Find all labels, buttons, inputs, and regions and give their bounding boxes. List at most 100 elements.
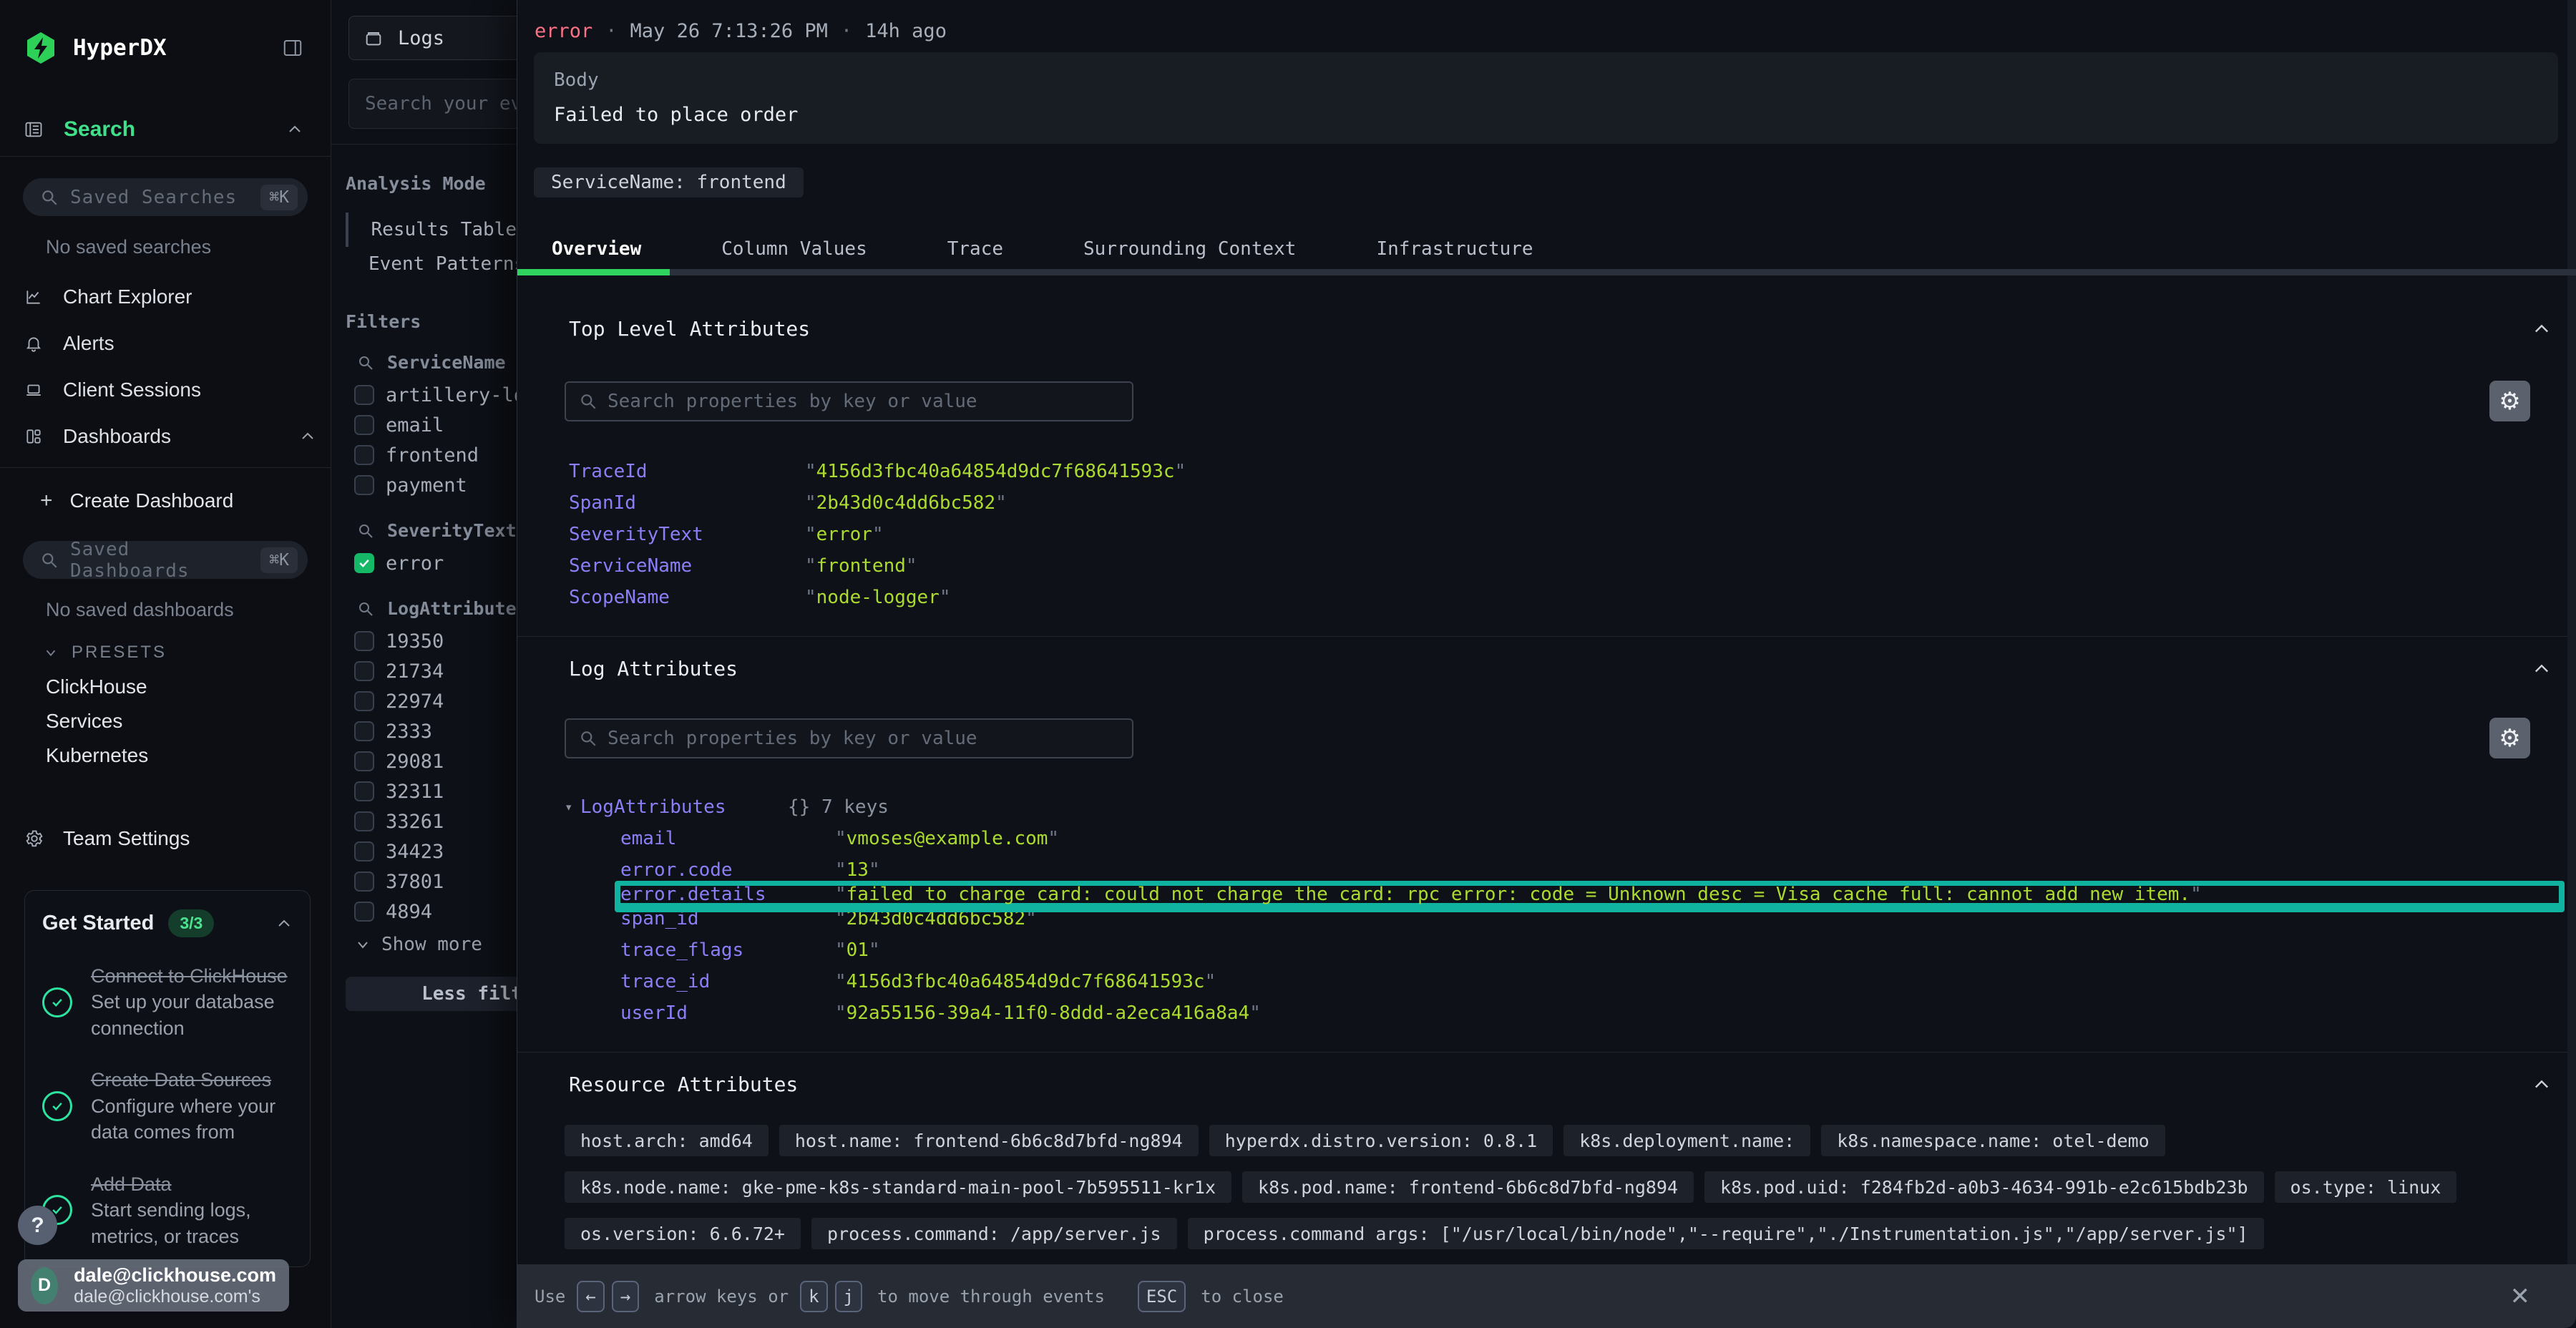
checkbox-icon[interactable]: [354, 841, 374, 861]
collapse-section-icon[interactable]: [2532, 319, 2552, 339]
chevron-up-icon[interactable]: [299, 428, 316, 445]
user-menu[interactable]: D dale@clickhouse.com dale@clickhouse.co…: [18, 1259, 289, 1312]
resource-attribute-chip[interactable]: process.command: /app/server.js: [811, 1218, 1177, 1249]
search-icon[interactable]: [357, 600, 374, 617]
checkbox-icon[interactable]: [354, 631, 374, 651]
attribute-key[interactable]: trace_flags: [620, 939, 835, 961]
filter-option[interactable]: 21734: [354, 656, 517, 686]
filter-option[interactable]: frontend: [354, 440, 517, 470]
saved-dashboards-input[interactable]: Saved Dashboards ⌘K: [23, 541, 308, 579]
attribute-key[interactable]: error.details: [620, 884, 835, 905]
attribute-value[interactable]: "2b43d0c4dd6bc582": [805, 492, 1007, 514]
filter-option[interactable]: 32311: [354, 776, 517, 806]
collapse-sidebar-icon[interactable]: [282, 37, 303, 59]
k-key[interactable]: k: [800, 1281, 827, 1312]
column-settings-button[interactable]: ⚙: [2489, 381, 2530, 421]
checkbox-icon[interactable]: [354, 661, 374, 681]
help-button[interactable]: ?: [18, 1206, 57, 1245]
checkbox-checked-icon[interactable]: [354, 553, 374, 573]
attribute-value[interactable]: "01": [835, 939, 880, 961]
preset-item-clickhouse[interactable]: ClickHouse: [46, 673, 331, 701]
search-icon[interactable]: [357, 354, 374, 371]
top-level-search-input[interactable]: Search properties by key or value: [565, 381, 1133, 421]
sidebar-item-dashboards[interactable]: Dashboards: [24, 421, 316, 452]
checkbox-icon[interactable]: [354, 445, 374, 465]
search-icon[interactable]: [357, 522, 374, 540]
less-filters-button[interactable]: Less filters: [346, 977, 517, 1011]
attribute-key[interactable]: userId: [620, 1002, 835, 1024]
analysis-mode-event-patterns[interactable]: Event Patterns: [331, 247, 517, 281]
filter-option[interactable]: 19350: [354, 626, 517, 656]
checkbox-icon[interactable]: [354, 902, 374, 922]
checkbox-icon[interactable]: [354, 872, 374, 892]
arrow-right-key[interactable]: →: [612, 1281, 639, 1312]
resource-attribute-chip[interactable]: k8s.pod.name: frontend-6b6c8d7bfd-ng894: [1242, 1171, 1694, 1203]
preset-item-services[interactable]: Services: [46, 707, 331, 736]
resource-attribute-chip[interactable]: k8s.pod.uid: f284fb2d-a0b3-4634-991b-e2c…: [1704, 1171, 2264, 1203]
j-key[interactable]: j: [835, 1281, 862, 1312]
attribute-value[interactable]: "error": [805, 524, 884, 545]
service-name-tag[interactable]: ServiceName: frontend: [534, 167, 804, 197]
resource-attribute-chip[interactable]: os.version: 6.6.72+: [565, 1218, 801, 1249]
attribute-value[interactable]: "4156d3fbc40a64854d9dc7f68641593c": [805, 461, 1186, 482]
attribute-key[interactable]: SpanId: [569, 492, 805, 514]
arrow-left-key[interactable]: ←: [577, 1281, 604, 1312]
resource-attribute-chip[interactable]: hyperdx.distro.version: 0.8.1: [1209, 1125, 1553, 1156]
checkbox-icon[interactable]: [354, 385, 374, 405]
resource-attribute-chip[interactable]: k8s.deployment.name:: [1563, 1125, 1810, 1156]
filter-option[interactable]: error: [354, 548, 517, 578]
saved-searches-input[interactable]: Saved Searches ⌘K: [23, 178, 308, 216]
preset-item-kubernetes[interactable]: Kubernetes: [46, 741, 331, 770]
get-started-item[interactable]: Connect to ClickHouseSet up your databas…: [42, 963, 293, 1041]
attribute-value[interactable]: "92a55156-39a4-11f0-8ddd-a2eca416a8a4": [835, 1002, 1261, 1024]
get-started-item[interactable]: Create Data SourcesConfigure where your …: [42, 1067, 293, 1145]
tab-infrastructure[interactable]: Infrastructure: [1376, 238, 1533, 260]
tab-overview[interactable]: Overview: [552, 238, 641, 260]
attribute-value[interactable]: "failed to charge card: could not charge…: [835, 884, 2202, 905]
get-started-item[interactable]: Add DataStart sending logs, metrics, or …: [42, 1171, 293, 1249]
attribute-key[interactable]: error.code: [620, 859, 835, 881]
filter-option[interactable]: 2333: [354, 716, 517, 746]
resource-attribute-chip[interactable]: os.type: linux: [2275, 1171, 2457, 1203]
log-attributes-search-input[interactable]: Search properties by key or value: [565, 718, 1133, 758]
column-settings-button[interactable]: ⚙: [2489, 718, 2530, 758]
analysis-mode-results-table[interactable]: Results Table: [331, 213, 517, 247]
sidebar-item-search[interactable]: Search: [0, 117, 331, 142]
attribute-value[interactable]: "4156d3fbc40a64854d9dc7f68641593c": [835, 971, 1216, 992]
attribute-value[interactable]: "13": [835, 859, 880, 881]
source-select[interactable]: Logs: [348, 16, 517, 60]
esc-key[interactable]: ESC: [1138, 1281, 1186, 1312]
attribute-value[interactable]: "vmoses@example.com": [835, 828, 1059, 849]
sidebar-item-alerts[interactable]: Alerts: [24, 328, 316, 359]
checkbox-icon[interactable]: [354, 751, 374, 771]
filter-option[interactable]: email: [354, 410, 517, 440]
attribute-value[interactable]: "node-logger": [805, 587, 951, 608]
scrollbar[interactable]: [2567, 0, 2576, 1264]
checkbox-icon[interactable]: [354, 811, 374, 831]
filter-option[interactable]: payment: [354, 470, 517, 500]
attribute-key[interactable]: TraceId: [569, 461, 805, 482]
checkbox-icon[interactable]: [354, 475, 374, 495]
tab-surrounding-context[interactable]: Surrounding Context: [1083, 238, 1296, 260]
tab-trace[interactable]: Trace: [947, 238, 1003, 260]
attribute-value[interactable]: "frontend": [805, 555, 917, 577]
sidebar-item-team-settings[interactable]: Team Settings: [24, 827, 331, 850]
close-icon[interactable]: ✕: [2510, 1282, 2531, 1311]
filter-option[interactable]: 29081: [354, 746, 517, 776]
checkbox-icon[interactable]: [354, 415, 374, 435]
attribute-key[interactable]: email: [620, 828, 835, 849]
resource-attribute-chip[interactable]: k8s.node.name: gke-pme-k8s-standard-main…: [565, 1171, 1231, 1203]
attribute-key[interactable]: trace_id: [620, 971, 835, 992]
filter-option[interactable]: 4894: [354, 897, 517, 927]
log-attributes-tree-root[interactable]: ▾ LogAttributes {} 7 keys: [517, 791, 2576, 823]
collapse-section-icon[interactable]: [2532, 1075, 2552, 1095]
show-more-button[interactable]: Show more: [354, 934, 517, 955]
chevron-up-icon[interactable]: [286, 121, 303, 138]
resource-attribute-chip[interactable]: host.arch: amd64: [565, 1125, 769, 1156]
checkbox-icon[interactable]: [354, 691, 374, 711]
collapse-section-icon[interactable]: [2532, 659, 2552, 679]
filter-option[interactable]: artillery-loadgen: [354, 380, 517, 410]
event-search-input[interactable]: Search your events: [348, 79, 517, 129]
attribute-key[interactable]: SeverityText: [569, 524, 805, 545]
chevron-up-icon[interactable]: [275, 915, 293, 932]
